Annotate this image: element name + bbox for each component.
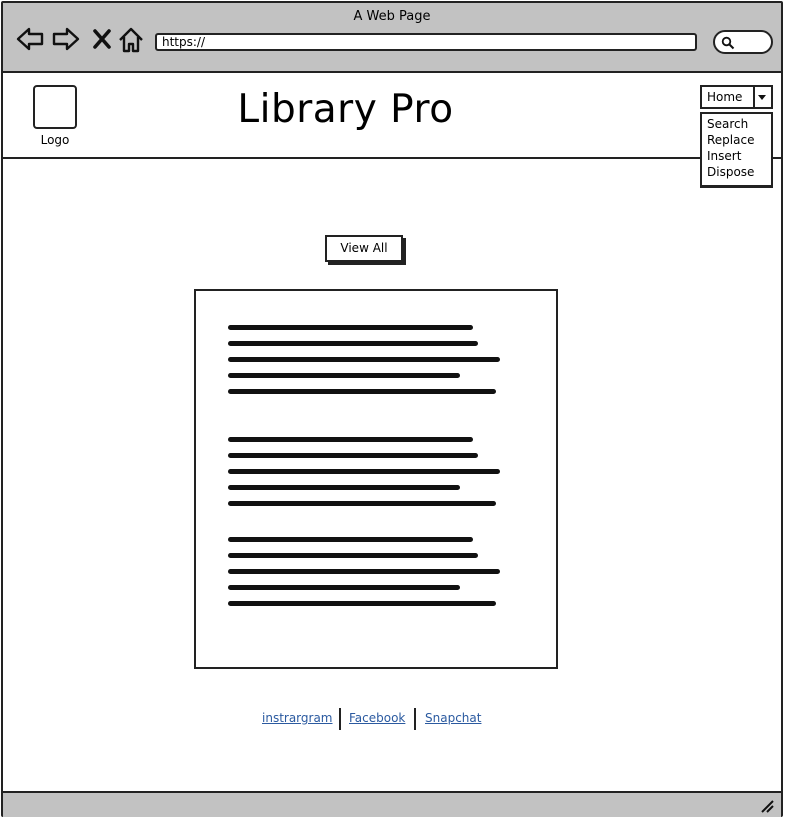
address-bar[interactable]: https:// — [155, 33, 697, 51]
home-icon[interactable] — [116, 25, 146, 55]
logo-image-placeholder[interactable] — [33, 85, 77, 129]
nav-dropdown-menu: Search Replace Insert Dispose — [700, 112, 773, 188]
search-icon — [721, 36, 735, 50]
footer-link-instagram[interactable]: instrargram — [262, 711, 333, 725]
status-bar — [3, 791, 781, 817]
back-arrow-icon[interactable] — [15, 25, 45, 55]
footer-link-snapchat[interactable]: Snapchat — [425, 711, 481, 725]
site-header: Logo Library Pro Home Search Replace Ins… — [3, 73, 781, 188]
page-title: Library Pro — [237, 87, 454, 132]
footer-link-facebook[interactable]: Facebook — [349, 711, 405, 725]
dropdown-option-replace[interactable]: Replace — [707, 132, 754, 148]
resize-grip-icon[interactable] — [759, 798, 775, 814]
browser-search-field[interactable] — [713, 30, 773, 54]
placeholder-paragraph — [228, 537, 503, 617]
dropdown-option-search[interactable]: Search — [707, 116, 748, 132]
logo-label: Logo — [40, 133, 70, 147]
dropdown-option-insert[interactable]: Insert — [707, 148, 741, 164]
nav-dropdown[interactable]: Home — [700, 85, 773, 109]
chevron-down-icon — [758, 95, 766, 100]
placeholder-paragraph — [228, 437, 503, 517]
dropdown-toggle-button[interactable] — [753, 87, 771, 107]
link-separator — [414, 708, 416, 730]
dropdown-option-dispose[interactable]: Dispose — [707, 164, 754, 180]
view-all-button[interactable]: View All — [325, 235, 403, 262]
text-content-block — [194, 289, 558, 669]
nav-dropdown-value: Home — [707, 90, 743, 104]
browser-chrome: A Web Page https:// — [3, 3, 781, 73]
close-x-icon[interactable] — [87, 25, 117, 55]
forward-arrow-icon[interactable] — [51, 25, 81, 55]
link-separator — [339, 708, 341, 730]
placeholder-paragraph — [228, 325, 503, 405]
window-title: A Web Page — [353, 9, 431, 24]
